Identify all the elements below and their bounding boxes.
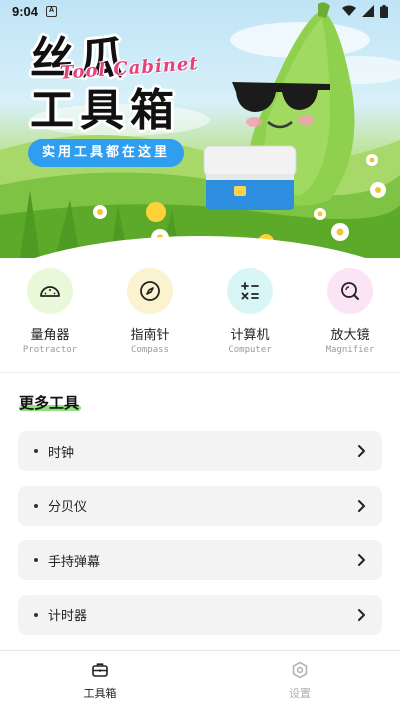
battery-icon (380, 4, 388, 18)
signal-icon (362, 5, 374, 17)
wifi-icon (342, 5, 356, 16)
bullet-dot (34, 558, 38, 562)
list-item-label: 手持弹幕 (48, 554, 101, 570)
nav-toolbox-label: 工具箱 (83, 687, 117, 700)
tool-calculator-en: Computer (228, 345, 272, 355)
tool-magnifier-name: 放大镜 (330, 328, 370, 343)
list-item-label: 时钟 (48, 445, 75, 461)
bullet-dot (34, 612, 38, 617)
bullet-dot (34, 503, 38, 508)
list-item-label: 计时器 (48, 609, 88, 624)
calculator-icon (241, 282, 259, 300)
tool-magnifier[interactable]: 放大镜 Magnifier (300, 268, 400, 360)
nav-toolbox[interactable]: 工具箱 (0, 651, 200, 710)
tool-magnifier-circle (327, 268, 373, 314)
tool-protractor[interactable]: 量角器 Protractor (0, 268, 100, 360)
status-bar: 9:04 A (0, 0, 400, 22)
list-item-decibel-meter[interactable]: 分贝仪 (18, 485, 382, 526)
hero-tagline: 实用工具都在这里 (28, 139, 185, 167)
hero-banner: 9:04 A 丝瓜 工具箱 Tool Cabinet 实用工具都在这里 (0, 0, 400, 258)
protractor-icon (40, 286, 60, 297)
tool-calculator[interactable]: 计算机 Computer (200, 268, 300, 360)
tool-protractor-circle (27, 268, 73, 314)
bottom-nav: 工具箱 设置 (0, 650, 400, 710)
list-item-label: 分贝仪 (48, 500, 88, 515)
tool-calculator-name: 计算机 (230, 328, 270, 343)
chevron-right-icon (358, 554, 365, 566)
tool-compass[interactable]: 指南针 Compass (100, 268, 200, 360)
magnifier-icon (341, 282, 359, 300)
tool-magnifier-en: Magnifier (325, 345, 375, 355)
compass-icon (140, 281, 160, 301)
more-tools-list: 时钟 分贝仪 手持弹幕 计时器 (18, 431, 382, 649)
notification-icon: A (46, 5, 58, 17)
tool-protractor-name: 量角器 (30, 328, 70, 343)
list-item-clock[interactable]: 时钟 (18, 431, 382, 471)
tool-compass-circle (127, 268, 173, 314)
section-divider (0, 372, 400, 373)
toolbox-icon (92, 663, 108, 677)
tool-protractor-en: Protractor (22, 345, 78, 355)
tool-calculator-circle (227, 268, 273, 314)
chevron-right-icon (358, 608, 365, 621)
status-time: 9:04 (12, 3, 39, 19)
list-item-timer[interactable]: 计时器 (18, 594, 382, 635)
nav-settings-label: 设置 (289, 687, 311, 700)
tool-compass-name: 指南针 (130, 328, 170, 343)
list-item-handheld-bullet-screen[interactable]: 手持弹幕 (18, 540, 382, 580)
chevron-right-icon (358, 499, 365, 512)
settings-icon (292, 661, 308, 679)
bullet-dot (34, 449, 38, 453)
tool-compass-en: Compass (131, 345, 169, 355)
chevron-right-icon (358, 445, 365, 457)
more-tools-title: 更多工具 (19, 394, 80, 412)
hero-title-line2: 工具箱 (30, 85, 180, 136)
nav-settings[interactable]: 设置 (200, 651, 400, 710)
tool-grid: 量角器 Protractor 指南针 Compass 计算机 Computer (0, 268, 400, 360)
